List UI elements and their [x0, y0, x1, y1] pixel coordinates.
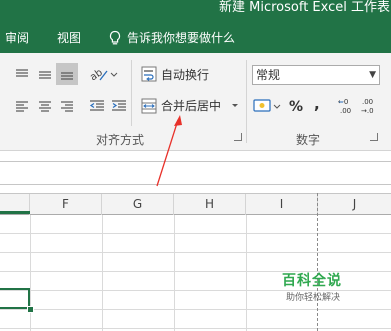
percent-style-button[interactable]: %	[289, 100, 303, 114]
decrease-decimal-icon[interactable]: .00 →.0	[361, 96, 381, 116]
merge-center-label[interactable]: 合并后居中	[161, 99, 221, 113]
grid-line	[0, 328, 391, 329]
watermark-title: 百科全说	[282, 273, 342, 289]
column-header-i[interactable]: I	[246, 194, 318, 215]
grid-line	[0, 233, 391, 234]
decrease-indent-button[interactable]	[88, 97, 106, 115]
number-group-label: 数字	[296, 133, 321, 147]
column-headers: F G H I J	[0, 193, 391, 215]
title-bar: 新建 Microsoft Excel 工作表 -	[0, 0, 391, 23]
formula-bar[interactable]	[0, 161, 391, 185]
grid-line	[0, 252, 391, 253]
align-top-button[interactable]	[13, 65, 31, 83]
svg-text:.00: .00	[362, 98, 373, 106]
alignment-dialog-launcher[interactable]	[234, 133, 242, 141]
grid-line	[0, 309, 391, 310]
column-header-g[interactable]: G	[102, 194, 174, 215]
svg-text:.00: .00	[340, 107, 351, 115]
column-header-j[interactable]: J	[318, 194, 391, 215]
align-center-button[interactable]	[36, 97, 54, 115]
increase-decimal-icon[interactable]: ←0 .00	[338, 96, 358, 116]
comma-style-button[interactable]: ,	[314, 97, 320, 112]
svg-text:→.0: →.0	[361, 107, 374, 115]
number-format-select[interactable]: 常规 ▼	[252, 65, 380, 85]
fill-handle[interactable]	[27, 306, 34, 313]
lightbulb-icon	[108, 30, 122, 49]
alignment-group-label: 对齐方式	[96, 133, 145, 147]
ribbon-divider	[246, 60, 247, 143]
selected-column-indicator	[0, 211, 30, 214]
ribbon-divider	[131, 60, 132, 126]
tab-review[interactable]: 审阅	[5, 31, 29, 45]
column-header-h[interactable]: H	[174, 194, 246, 215]
align-middle-button[interactable]	[36, 65, 54, 83]
window-title: 新建 Microsoft Excel 工作表 -	[219, 0, 391, 15]
number-dialog-launcher[interactable]	[370, 133, 378, 141]
currency-icon[interactable]	[252, 97, 282, 115]
ribbon-tabs: 审阅 视图 告诉我你想要做什么	[0, 23, 391, 53]
wrap-text-label[interactable]: 自动换行	[161, 68, 209, 82]
align-bottom-button[interactable]	[56, 63, 78, 85]
svg-text:ab: ab	[88, 67, 105, 83]
merge-center-icon[interactable]	[140, 97, 158, 115]
ribbon: ab 自动换行 合并后居中 对齐方式 常规 ▼ % , ←0 .00 .00 →…	[0, 53, 391, 151]
number-format-value: 常规	[256, 68, 281, 82]
orientation-button[interactable]: ab	[88, 64, 118, 84]
page-break-line	[317, 193, 318, 331]
align-right-button[interactable]	[58, 97, 76, 115]
align-left-button[interactable]	[13, 97, 31, 115]
tab-view[interactable]: 视图	[57, 31, 81, 45]
chevron-down-icon: ▼	[369, 70, 376, 80]
column-header-f[interactable]: F	[30, 194, 102, 215]
watermark-subtitle: 助你轻松解决	[286, 293, 341, 303]
tell-me-search[interactable]: 告诉我你想要做什么	[127, 31, 235, 45]
wrap-text-icon[interactable]	[140, 65, 158, 83]
increase-indent-button[interactable]	[110, 97, 128, 115]
selected-cell[interactable]	[0, 288, 30, 309]
merge-dropdown-button[interactable]	[229, 99, 241, 113]
formula-area	[0, 151, 391, 193]
